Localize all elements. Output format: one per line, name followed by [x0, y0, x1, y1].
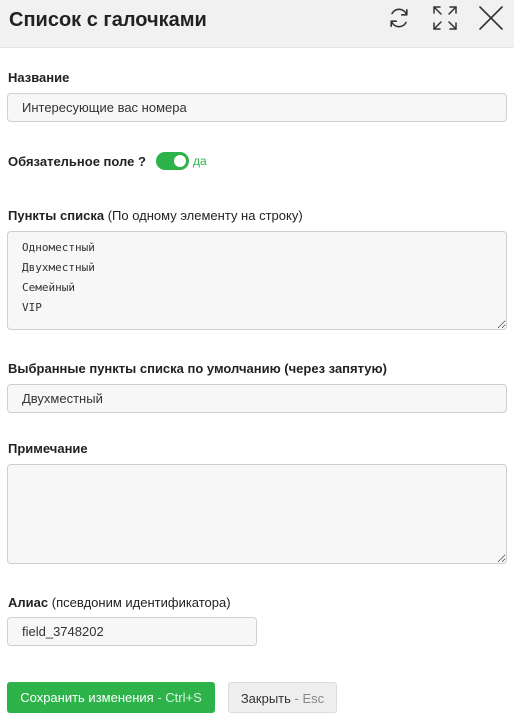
close-button-label: Закрыть — [240, 691, 291, 706]
close-button[interactable]: Закрыть - Esc — [228, 682, 337, 713]
close-button-shortcut: - Esc — [294, 691, 325, 706]
name-input[interactable] — [7, 93, 507, 122]
items-label: Пункты списка (По одному элементу на стр… — [8, 208, 303, 224]
close-icon[interactable] — [478, 5, 504, 31]
alias-label: Алиас (псевдоним идентификатора) — [8, 595, 231, 611]
required-label: Обязательное поле ? — [8, 154, 146, 169]
note-textarea[interactable] — [7, 464, 507, 564]
required-toggle[interactable] — [156, 152, 189, 170]
alias-label-text: Алиас — [8, 595, 49, 610]
name-label: Название — [8, 70, 70, 85]
items-label-hint: (По одному элементу на строку) — [107, 208, 303, 223]
dialog-header: Список с галочками — [0, 0, 514, 48]
alias-label-hint: (псевдоним идентификатора) — [51, 595, 231, 610]
dialog-title: Список с галочками — [9, 9, 207, 31]
alias-input[interactable] — [7, 617, 257, 646]
items-textarea[interactable]: Одноместный Двухместный Семейный VIP — [7, 231, 507, 330]
save-button[interactable]: Сохранить изменения - Ctrl+S — [7, 682, 215, 713]
defaults-label: Выбранные пункты списка по умолчанию (че… — [8, 361, 387, 376]
required-state-text: да — [193, 154, 207, 168]
note-label: Примечание — [8, 441, 88, 456]
expand-icon[interactable] — [432, 5, 458, 31]
refresh-icon[interactable] — [386, 5, 412, 31]
save-button-label: Сохранить изменения — [20, 690, 154, 705]
save-button-shortcut: - Ctrl+S — [157, 690, 202, 705]
defaults-input[interactable] — [7, 384, 507, 413]
items-label-text: Пункты списка — [8, 208, 105, 223]
